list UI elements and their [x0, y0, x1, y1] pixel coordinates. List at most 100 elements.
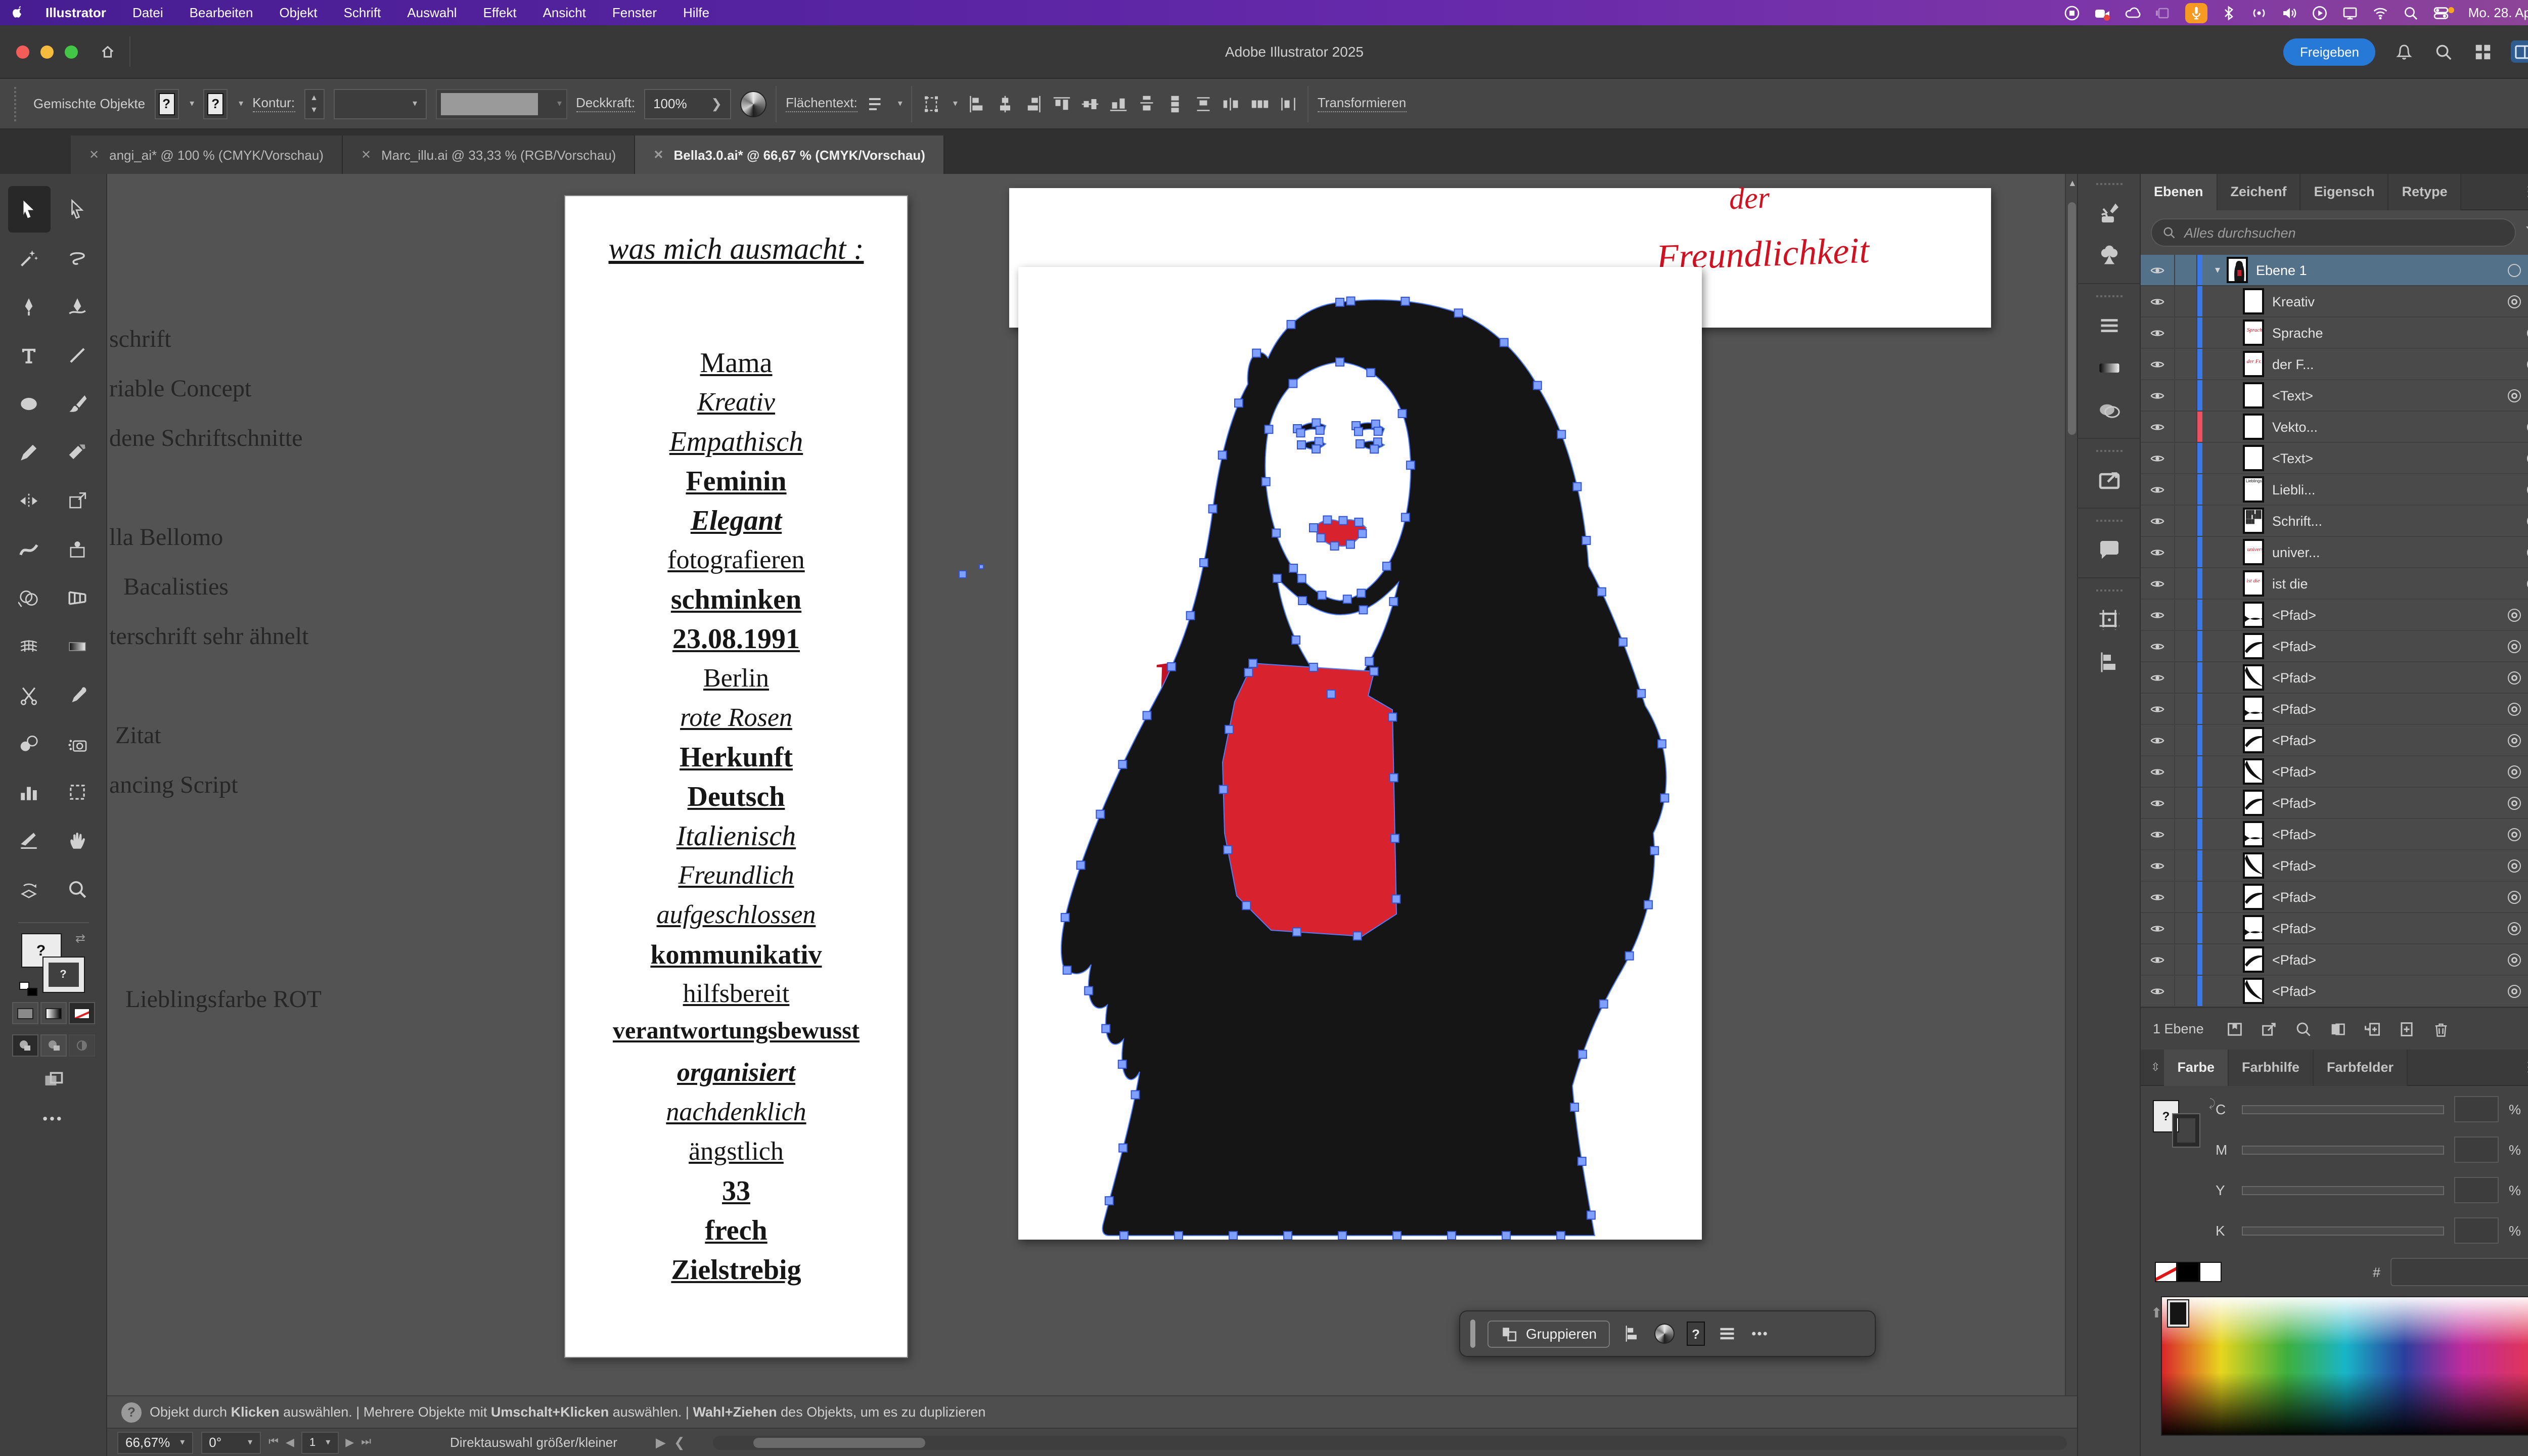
draw-normal-button[interactable]	[12, 1034, 38, 1057]
target-circle-icon[interactable]	[2508, 295, 2521, 308]
perspective-grid-tool[interactable]	[56, 574, 99, 621]
anchor-point[interactable]	[1235, 399, 1243, 407]
anchor-point[interactable]	[1102, 1025, 1110, 1033]
paintbrush-tool[interactable]	[56, 380, 99, 427]
layer-thumbnail[interactable]	[2243, 884, 2264, 910]
gradient-tool[interactable]	[56, 623, 99, 669]
anchor-point[interactable]	[1407, 461, 1415, 469]
slice-tool[interactable]	[8, 817, 50, 863]
visibility-eye-icon[interactable]	[2141, 474, 2175, 505]
pencil-tool[interactable]	[8, 429, 50, 475]
anchor-point[interactable]	[1265, 425, 1273, 433]
figure-word[interactable]: Feminin	[1603, 1115, 1648, 1240]
layer-name[interactable]: <Pfad>	[2272, 921, 2316, 936]
lock-column[interactable]	[2175, 662, 2197, 693]
align-top-icon[interactable]	[1052, 94, 1072, 114]
anchor-point[interactable]	[1500, 339, 1508, 347]
transparency-icon[interactable]	[2094, 395, 2124, 426]
anchor-point[interactable]	[1289, 564, 1297, 572]
new-layer-icon[interactable]	[2390, 1016, 2424, 1042]
direct-selection-tool[interactable]	[56, 186, 99, 233]
layer-thumbnail[interactable]	[2243, 696, 2264, 722]
visibility-eye-icon[interactable]	[2141, 694, 2175, 724]
layer-row[interactable]: <Pfad>	[2141, 725, 2528, 756]
anchor-point[interactable]	[1650, 847, 1658, 855]
anchor-point[interactable]	[1353, 932, 1362, 940]
tab-eigensch[interactable]: Eigensch	[2301, 173, 2389, 210]
layer-row[interactable]: Vekto...	[2141, 412, 2528, 443]
anchor-point[interactable]	[1359, 606, 1367, 614]
magic-wand-tool[interactable]	[8, 235, 50, 281]
visibility-eye-icon[interactable]	[2141, 255, 2175, 285]
tab-zeichenf[interactable]: Zeichenf	[2218, 173, 2301, 210]
filter-icon[interactable]	[2524, 223, 2528, 242]
frame-icon[interactable]	[2155, 4, 2172, 21]
menu-item-hilfe[interactable]: Hilfe	[681, 5, 711, 20]
layer-thumbnail[interactable]	[2243, 633, 2264, 659]
layer-name[interactable]: <Text>	[2272, 450, 2313, 466]
vertical-scrollbar[interactable]: ▲	[2065, 174, 2077, 1395]
zoom-level-select[interactable]: 66,67%▾	[117, 1431, 193, 1453]
distribute-right-icon[interactable]	[1278, 94, 1298, 114]
control-bar-grip[interactable]	[14, 86, 20, 121]
target-circle-icon[interactable]	[2508, 608, 2521, 621]
export-icon[interactable]	[2094, 465, 2124, 495]
anchor-point[interactable]	[1389, 598, 1397, 606]
anchor-point[interactable]	[1557, 430, 1565, 438]
paragraph-align-icon[interactable]	[867, 94, 887, 114]
brush-definition-select[interactable]: ▾	[435, 88, 567, 119]
scissors-tool[interactable]	[8, 671, 50, 718]
layer-thumbnail[interactable]	[2243, 382, 2264, 408]
anchor-point[interactable]	[1296, 429, 1304, 437]
layer-thumbnail[interactable]: Lieblingsfarbe	[2243, 476, 2264, 503]
zoom-button[interactable]	[65, 45, 78, 58]
lock-column[interactable]	[2175, 944, 2197, 975]
layer-name[interactable]: <Pfad>	[2272, 889, 2316, 904]
layer-thumbnail[interactable]	[2243, 758, 2264, 785]
anchor-point[interactable]	[1175, 1232, 1183, 1240]
layer-name[interactable]: Liebli...	[2272, 482, 2316, 497]
layer-row[interactable]: <Pfad>	[2141, 788, 2528, 819]
layer-row[interactable]: der Fr.der F...	[2141, 349, 2528, 380]
distribute-top-icon[interactable]	[1137, 94, 1157, 114]
opacity-field[interactable]: 100%❯	[644, 88, 731, 119]
group-button[interactable]: Gruppieren	[1487, 1320, 1610, 1347]
layer-thumbnail[interactable]	[2243, 414, 2264, 440]
apps-icon[interactable]	[2471, 40, 2494, 63]
anchor-point[interactable]	[1132, 1090, 1140, 1099]
anchor-point[interactable]	[1318, 592, 1326, 600]
lock-column[interactable]	[2175, 349, 2197, 379]
stroke-chevron-icon[interactable]: ▾	[239, 98, 243, 109]
stroke-swatch[interactable]: ?	[203, 88, 228, 119]
anchor-point[interactable]	[1242, 901, 1250, 909]
panel-collapse-icon[interactable]: ⇳	[2141, 1061, 2164, 1074]
layer-row[interactable]: <Pfad>	[2141, 631, 2528, 662]
layer-name[interactable]: univer...	[2272, 544, 2320, 560]
menu-item-objekt[interactable]: Objekt	[277, 5, 319, 20]
anchor-point[interactable]	[1573, 483, 1581, 491]
layer-thumbnail[interactable]	[2243, 978, 2264, 1004]
visibility-eye-icon[interactable]	[2141, 976, 2175, 1006]
anchor-point[interactable]	[1339, 517, 1347, 525]
target-circle-icon[interactable]	[2508, 671, 2521, 684]
layer-name[interactable]: <Pfad>	[2272, 701, 2316, 716]
anchor-point[interactable]	[1392, 895, 1400, 903]
anchor-point[interactable]	[1293, 928, 1301, 936]
layer-row[interactable]: <Pfad>	[2141, 600, 2528, 631]
target-circle-icon[interactable]	[2508, 702, 2521, 715]
anchor-point[interactable]	[1312, 419, 1320, 427]
artboard-tool[interactable]	[56, 768, 99, 815]
stroke-proxy[interactable]: ?	[43, 958, 83, 992]
lock-column[interactable]	[2175, 819, 2197, 849]
align-right-icon[interactable]	[1023, 94, 1044, 114]
anchor-point[interactable]	[1448, 1232, 1456, 1240]
layer-name[interactable]: ist die	[2272, 576, 2308, 591]
anchor-point[interactable]	[1289, 380, 1297, 388]
display-icon[interactable]	[2342, 4, 2359, 21]
stray-anchor[interactable]	[959, 570, 967, 578]
target-circle-icon[interactable]	[2508, 734, 2521, 747]
rotate-view-tool[interactable]	[8, 866, 50, 912]
lock-column[interactable]	[2175, 850, 2197, 881]
close-tab-icon[interactable]: ✕	[89, 148, 99, 162]
channel-value-field[interactable]	[2454, 1096, 2499, 1122]
